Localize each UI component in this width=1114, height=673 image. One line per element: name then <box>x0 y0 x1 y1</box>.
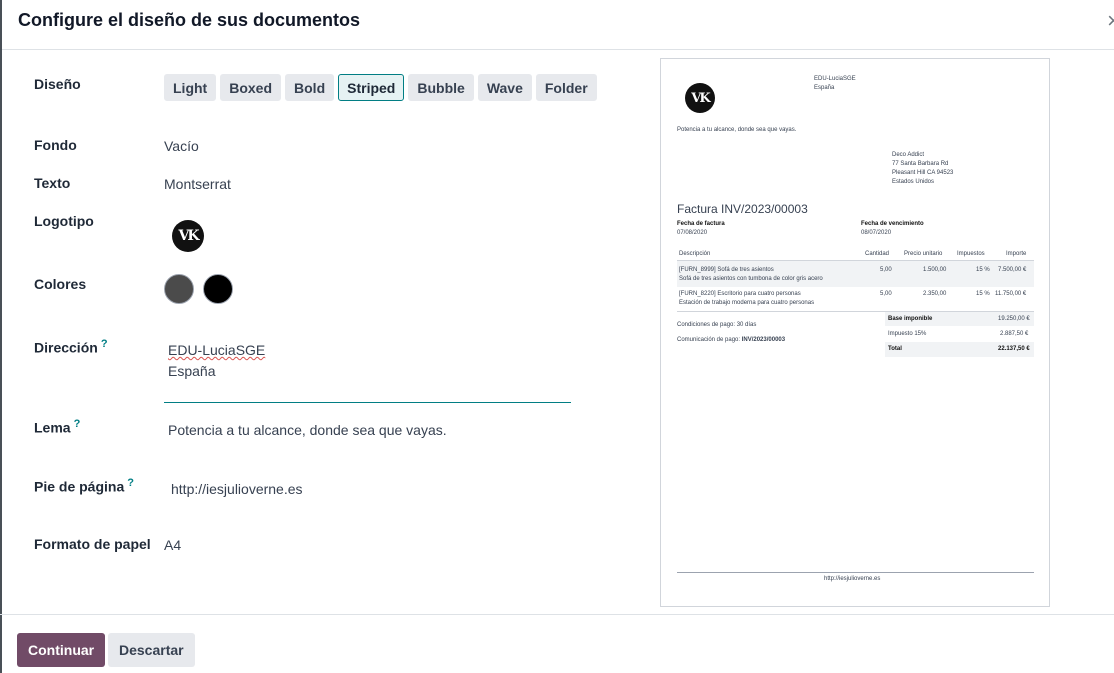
background-select[interactable]: Vacío <box>164 138 199 154</box>
preview-payment-ref: Comunicación de pago: INV/2023/00003 <box>677 337 785 343</box>
preview-invoice-date-label: Fecha de factura <box>677 221 725 227</box>
preview-col-tax: Impuestos <box>957 251 985 257</box>
dialog-title: Configure el diseño de sus documentos <box>18 10 361 30</box>
preview-line2-desc1: [FURN_8220] Escritorio para cuatro perso… <box>679 291 801 297</box>
layout-bubble-button[interactable]: Bubble <box>408 74 474 101</box>
discard-button[interactable]: Descartar <box>108 633 195 667</box>
footer-input[interactable]: http://iesjulioverne.es <box>171 481 303 497</box>
preview-line1-desc1: [FURN_8999] Sofá de tres asientos <box>679 267 774 273</box>
preview-line2-amount: 11.750,00 € <box>995 291 1027 297</box>
preview-row-stripe <box>677 261 1034 287</box>
preview-line1-amount: 7.500,00 € <box>998 267 1027 273</box>
preview-customer-1: Deco Addict <box>892 152 925 158</box>
layout-light-button[interactable]: Light <box>164 74 217 101</box>
preview-col-price: Precio unitario <box>904 251 943 257</box>
footer-help-icon[interactable]: ? <box>127 477 134 489</box>
dialog-footer: Continuar Descartar <box>0 614 1114 673</box>
layout-wave-button[interactable]: Wave <box>477 74 532 101</box>
paper-format-select[interactable]: A4 <box>164 537 181 553</box>
layout-bold-button[interactable]: Bold <box>285 74 335 101</box>
preview-line2-desc2: Estación de trabajo moderna para cuatro … <box>679 300 815 306</box>
preview-company-name: EDU-LuciaSGE <box>814 76 856 82</box>
logo-label: Logotipo <box>34 213 94 229</box>
document-preview: VK EDU-LuciaSGE España Potencia a tu alc… <box>660 58 1050 607</box>
preview-payment-ref-value: INV/2023/00003 <box>741 337 786 343</box>
dialog-header: Configure el diseño de sus documentos × <box>2 0 1114 50</box>
layout-label: Diseño <box>34 76 81 92</box>
footer-label: Pie de página? <box>34 477 134 495</box>
primary-color-swatch[interactable] <box>164 274 194 304</box>
tagline-label-text: Lema <box>34 419 71 436</box>
preview-subtotal: 19.250,00 € <box>998 316 1030 322</box>
layout-folder-button[interactable]: Folder <box>535 74 597 101</box>
dialog-edge <box>0 0 2 673</box>
continue-button[interactable]: Continuar <box>17 633 106 667</box>
preview-tax: 2.887,50 € <box>1000 331 1029 337</box>
preview-line2-tax: 15 % <box>976 291 990 297</box>
preview-due-date-label: Fecha de vencimiento <box>861 221 924 227</box>
secondary-color-swatch[interactable] <box>203 274 233 304</box>
preview-line2-price: 2.350,00 <box>923 291 947 297</box>
layout-striped-button[interactable]: Striped <box>338 74 405 101</box>
layout-boxed-button[interactable]: Boxed <box>220 74 282 101</box>
preview-customer-3: Pleasant Hill CA 94523 <box>892 170 954 176</box>
layout-config-dialog: Configure el diseño de sus documentos × … <box>0 0 1114 673</box>
preview-col-description: Descripción <box>679 251 711 257</box>
preview-footer-url: http://iesjulioverne.es <box>824 576 881 582</box>
preview-line1-tax: 15 % <box>976 267 990 273</box>
address-line-1: EDU-LuciaSGE <box>168 342 266 358</box>
paper-format-label: Formato de papel <box>34 536 151 552</box>
preview-subtotal-label: Base imponible <box>888 316 933 322</box>
layout-selector: Light Boxed Bold Striped Bubble Wave Fol… <box>164 74 597 101</box>
preview-invoice-date: 07/08/2020 <box>677 230 708 236</box>
tagline-label: Lema? <box>34 418 80 436</box>
colors-label: Colores <box>34 276 87 292</box>
font-select[interactable]: Montserrat <box>164 176 231 192</box>
preview-col-amount: Importe <box>1006 251 1027 257</box>
preview-total: 22.137,50 € <box>998 346 1030 352</box>
address-label-text: Dirección <box>34 339 98 356</box>
preview-invoice-title: Factura INV/2023/00003 <box>677 202 808 216</box>
address-textarea[interactable]: EDU-LuciaSGE España <box>164 338 571 403</box>
address-label: Dirección? <box>34 338 108 356</box>
tagline-help-icon[interactable]: ? <box>74 418 81 430</box>
address-help-icon[interactable]: ? <box>101 338 108 350</box>
preview-line1-qty: 5,00 <box>880 267 892 273</box>
preview-footer-rule <box>677 572 1034 573</box>
tagline-input[interactable]: Potencia a tu alcance, donde sea que vay… <box>168 422 447 438</box>
preview-line2-qty: 5,00 <box>880 291 892 297</box>
preview-tagline: Potencia a tu alcance, donde sea que vay… <box>677 127 797 133</box>
preview-line1-desc2: Sofá de tres asientos con tumbona de col… <box>679 276 823 282</box>
background-label: Fondo <box>34 137 77 153</box>
preview-payment-terms: Condiciones de pago: 30 días <box>677 322 757 328</box>
address-line-2: España <box>168 363 216 379</box>
logo-image[interactable]: VK <box>172 220 204 252</box>
preview-logo: VK <box>685 83 715 113</box>
preview-customer-2: 77 Santa Barbara Rd <box>892 161 949 167</box>
preview-due-date: 08/07/2020 <box>861 230 892 236</box>
preview-col-qty: Cantidad <box>865 251 890 257</box>
preview-total-label: Total <box>888 346 902 352</box>
preview-tax-label: Impuesto 15% <box>888 331 927 337</box>
preview-payment-ref-label: Comunicación de pago: <box>677 337 741 343</box>
footer-label-text: Pie de página <box>34 478 125 495</box>
close-icon[interactable]: × <box>1107 8 1114 34</box>
preview-line1-price: 1.500,00 <box>923 267 947 273</box>
preview-company-country: España <box>814 85 835 91</box>
preview-customer-4: Estados Unidos <box>892 179 935 185</box>
font-label: Texto <box>34 175 71 191</box>
